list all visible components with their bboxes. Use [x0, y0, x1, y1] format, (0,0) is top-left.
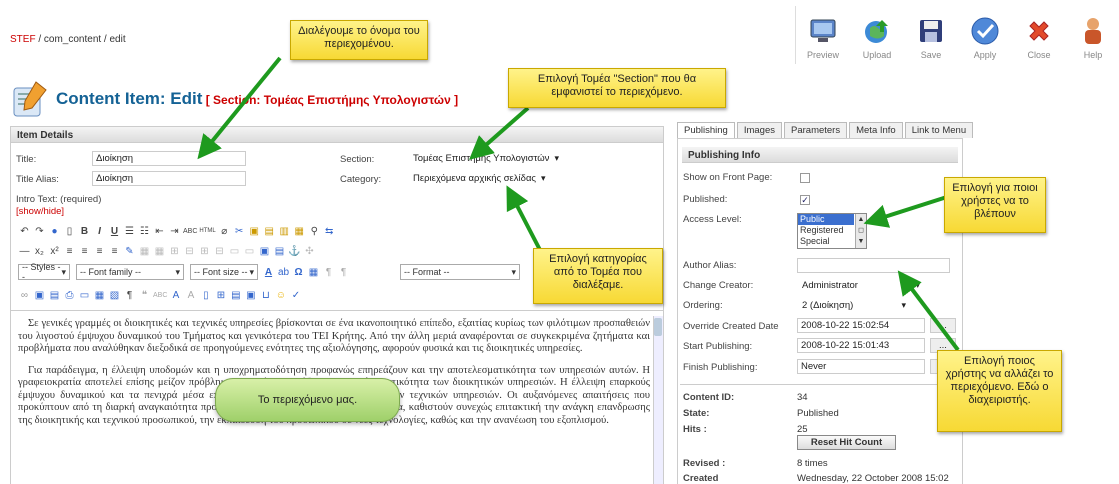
callout-name: Διαλέγουμε το όνομα του περιεχομένου.: [290, 20, 428, 60]
arrow-to-category: [506, 185, 542, 251]
arrow-to-creator: [897, 270, 960, 352]
callout-section: Επιλογή Τομέα "Section" που θα εμφανιστε…: [508, 68, 726, 108]
callout-category: Επιλογή κατηγορίας από το Τομέα που διαλ…: [533, 248, 663, 304]
arrow-to-title: [197, 56, 282, 160]
arrow-to-section: [468, 106, 530, 160]
callout-content: Το περιεχόμενο μας.: [215, 378, 400, 422]
arrow-to-access: [863, 194, 951, 228]
callout-creator: Επιλογή ποιος χρήστης να αλλάζει το περι…: [937, 350, 1062, 432]
callout-access: Επιλογή για ποιοι χρήστες να το βλέπουν: [944, 177, 1046, 233]
